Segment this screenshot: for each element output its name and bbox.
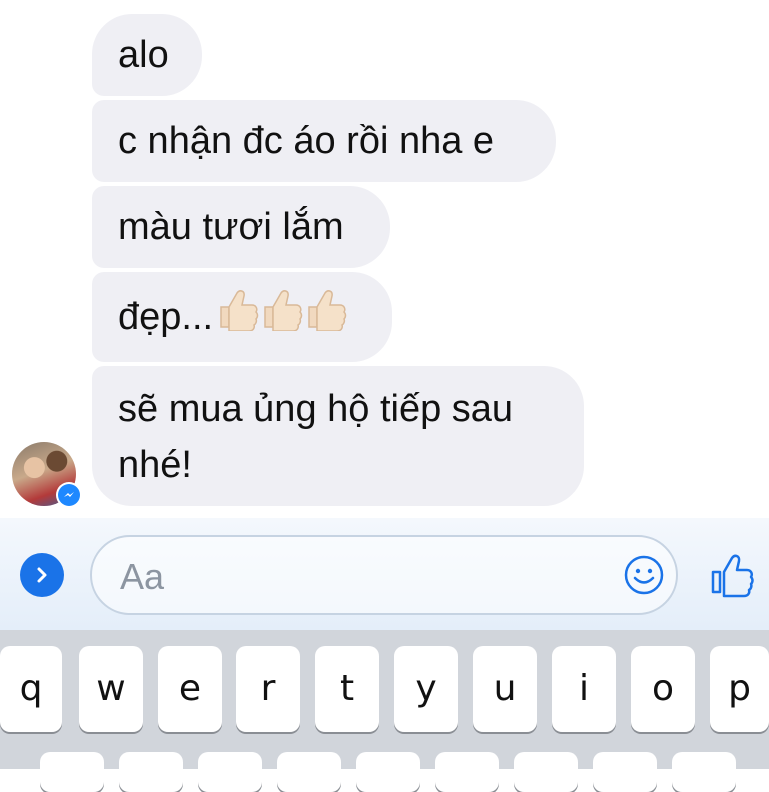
message-text: alo xyxy=(118,34,169,76)
key-row2[interactable] xyxy=(514,752,578,792)
key-y[interactable]: y xyxy=(394,646,458,732)
message-bubble[interactable]: alo xyxy=(92,14,202,96)
thumbs-up-icon xyxy=(220,290,347,332)
key-row2[interactable] xyxy=(40,752,104,792)
message-text: màu tươi lắm xyxy=(118,206,344,248)
message-bubble[interactable]: màu tươi lắm xyxy=(92,186,390,268)
key-row2[interactable] xyxy=(277,752,341,792)
like-button[interactable] xyxy=(708,550,756,598)
key-u[interactable]: u xyxy=(473,646,537,732)
key-row2[interactable] xyxy=(435,752,499,792)
message-text: sẽ mua ủng hộ tiếp sau nhé! xyxy=(118,388,514,486)
key-row2[interactable] xyxy=(593,752,657,792)
key-row2[interactable] xyxy=(198,752,262,792)
chevron-right-icon xyxy=(37,567,47,583)
key-r[interactable]: r xyxy=(236,646,300,732)
message-text: c nhận đc áo rồi nha e xyxy=(118,120,495,162)
message-input-placeholder: Aa xyxy=(120,556,165,597)
key-p[interactable]: p xyxy=(710,646,769,732)
key-row2[interactable] xyxy=(119,752,183,792)
key-row2[interactable] xyxy=(356,752,420,792)
smiley-icon xyxy=(624,555,664,595)
message-text: đẹp... xyxy=(118,296,214,338)
conversation-view: alo c nhận đc áo rồi nha e màu tươi lắm … xyxy=(0,0,769,520)
messenger-bolt-icon xyxy=(64,492,74,497)
key-e[interactable]: e xyxy=(158,646,222,732)
emoji-button[interactable] xyxy=(622,553,666,597)
key-row2[interactable] xyxy=(672,752,736,792)
expand-actions-button[interactable] xyxy=(20,553,64,597)
message-bubble[interactable]: đẹp... xyxy=(92,272,392,362)
key-o[interactable]: o xyxy=(631,646,695,732)
message-input[interactable]: Aa xyxy=(90,535,678,615)
message-bubble[interactable]: sẽ mua ủng hộ tiếp sau nhé! xyxy=(92,366,584,506)
key-i[interactable]: i xyxy=(552,646,616,732)
message-bubble[interactable]: c nhận đc áo rồi nha e xyxy=(92,100,556,182)
messenger-badge xyxy=(56,482,82,508)
key-t[interactable]: t xyxy=(315,646,379,732)
key-w[interactable]: w xyxy=(79,646,143,732)
thumbs-up-emoji-group xyxy=(215,274,347,364)
key-q[interactable]: q xyxy=(0,646,62,732)
thumbs-up-icon xyxy=(711,554,754,598)
